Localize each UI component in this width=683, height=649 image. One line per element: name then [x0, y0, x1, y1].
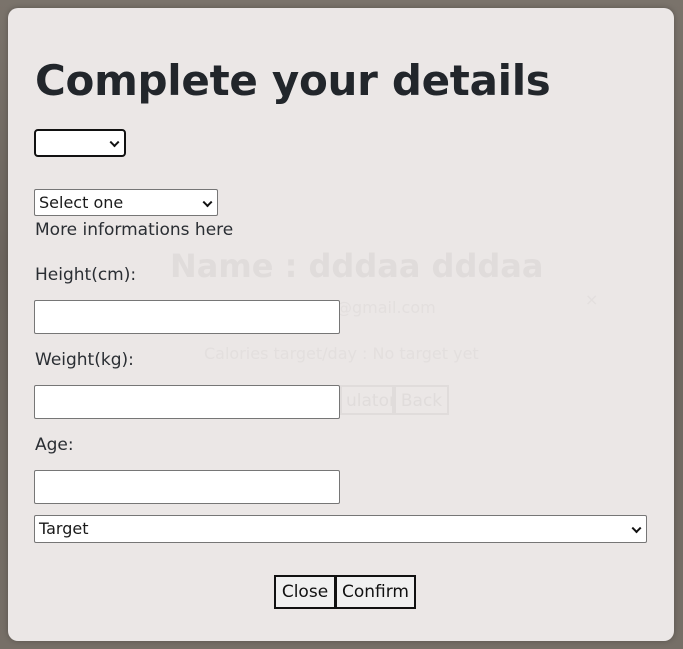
- target-select-value: Target: [39, 519, 89, 538]
- weight-input[interactable]: [34, 385, 340, 419]
- chevron-down-icon: [109, 137, 120, 148]
- height-label: Height(cm):: [35, 265, 137, 285]
- age-input[interactable]: [34, 470, 340, 504]
- select-one-value: Select one: [39, 193, 124, 212]
- details-modal: Complete your details Select one More in…: [8, 8, 674, 641]
- chevron-down-icon: [202, 196, 213, 207]
- modal-title: Complete your details: [35, 56, 551, 105]
- select-one-dropdown[interactable]: Select one: [34, 189, 218, 216]
- height-input[interactable]: [34, 300, 340, 334]
- age-label: Age:: [35, 435, 74, 455]
- first-select[interactable]: [34, 129, 126, 157]
- close-button[interactable]: Close: [274, 575, 336, 609]
- confirm-button[interactable]: Confirm: [335, 575, 416, 609]
- weight-label: Weight(kg):: [35, 350, 134, 370]
- target-select[interactable]: Target: [34, 515, 647, 543]
- more-info-text: More informations here: [35, 220, 234, 240]
- chevron-down-icon: [631, 523, 642, 534]
